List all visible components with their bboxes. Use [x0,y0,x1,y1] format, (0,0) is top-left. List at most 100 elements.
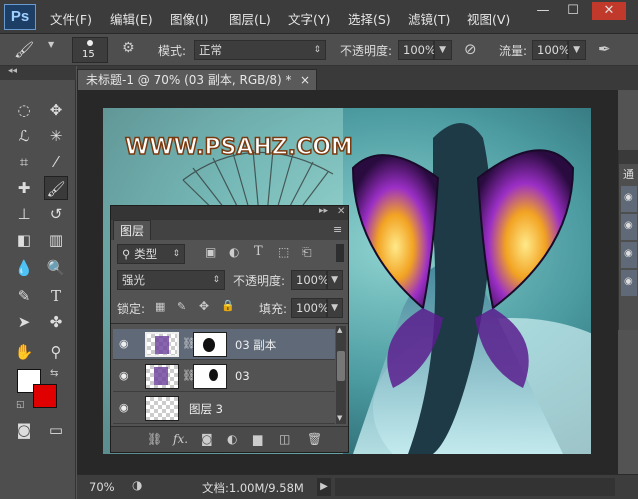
marquee-tool-icon[interactable]: ◌ [12,98,36,122]
eraser-tool-icon[interactable]: ◧ [12,228,36,252]
layer-opacity-input[interactable]: 100% [291,270,329,290]
menu-select[interactable]: 选择(S) [348,9,391,28]
blend-mode-select[interactable]: 强光 ⇕ [117,270,225,290]
menu-file[interactable]: 文件(F) [50,9,92,28]
mode-select[interactable]: 正常 ⇕ [194,40,326,60]
fx-icon[interactable]: fx. [173,432,188,446]
layer-mask-thumbnail[interactable] [193,332,227,357]
lasso-tool-icon[interactable]: ℒ [12,124,36,148]
zoom-tool-icon[interactable]: ⚲ [44,340,68,364]
trash-icon[interactable]: 🗑 [307,432,322,446]
layer-filter-select[interactable]: ⚲ 类型 ⇕ [117,244,185,264]
screen-mode-icon[interactable]: ▭ [44,418,68,442]
scroll-up-icon[interactable]: ▲ [337,326,342,334]
close-button[interactable]: ✕ [592,2,626,20]
filter-shape-icon[interactable]: ⬚ [278,245,289,259]
hand-tool-icon[interactable]: ✋ [12,340,36,364]
channels-tab[interactable]: 通 [623,166,634,182]
filter-toggle[interactable] [336,244,344,262]
scrollbar-thumb[interactable] [337,351,345,381]
opacity-dropdown[interactable]: ▼ [434,40,452,60]
dock-row[interactable]: ◉ [621,242,637,268]
eye-icon[interactable]: ◉ [624,276,633,287]
eye-icon[interactable]: ◉ [624,248,633,259]
magic-wand-tool-icon[interactable]: ✳ [44,124,68,148]
flow-input[interactable]: 100% [532,40,570,60]
new-layer-icon[interactable]: ◫ [279,432,290,446]
menu-type[interactable]: 文字(Y) [288,9,330,28]
swap-colors-icon[interactable]: ⇆ [50,368,58,379]
layers-tab[interactable]: 图层 [113,220,151,240]
mask-icon[interactable]: ◙ [201,432,213,446]
visibility-eye-icon[interactable]: ◉ [119,369,133,383]
group-folder-icon[interactable]: ▆ [253,432,262,446]
dock-row[interactable]: ◉ [621,186,637,212]
fill-input[interactable]: 100% [291,298,329,318]
filter-type-icon[interactable]: T [254,244,263,259]
eye-icon[interactable]: ◉ [624,192,633,203]
path-selection-tool-icon[interactable]: ➤ [12,310,36,334]
fill-dropdown[interactable]: ▼ [327,298,343,318]
lock-all-icon[interactable]: 🔒 [221,299,235,312]
panel-menu-icon[interactable]: ≡ [333,223,342,236]
dock-row[interactable]: ◉ [621,270,637,296]
blur-tool-icon[interactable]: 💧 [12,256,36,280]
menu-image[interactable]: 图像(I) [170,9,208,28]
flow-dropdown[interactable]: ▼ [568,40,586,60]
layer-opacity-dropdown[interactable]: ▼ [327,270,343,290]
collapse-panel-icon[interactable]: ▸▸ [319,206,328,216]
lock-transparent-icon[interactable]: ▦ [155,300,165,313]
visibility-eye-icon[interactable]: ◉ [119,337,133,351]
filter-adjustment-icon[interactable]: ◐ [229,245,239,259]
history-brush-tool-icon[interactable]: ↺ [44,202,68,226]
pen-tool-icon[interactable]: ✎ [12,284,36,308]
gradient-tool-icon[interactable]: ▥ [44,228,68,252]
default-colors-icon[interactable]: ◱ [16,400,25,410]
visibility-eye-icon[interactable]: ◉ [119,401,133,415]
brush-preset-arrow-icon[interactable]: ▼ [48,40,54,49]
pressure-opacity-icon[interactable]: ⊘ [464,40,477,58]
layers-scrollbar[interactable]: ▲ ▼ [336,326,346,424]
brush-panel-toggle-icon[interactable]: ⚙ [122,40,135,56]
quick-mask-icon[interactable]: ◙ [12,418,36,442]
layer-row-03[interactable]: ◉ ⛓ 03 [113,361,335,392]
status-menu-arrow-icon[interactable]: ▶ [317,478,331,496]
layer-row-03-copy[interactable]: ◉ ⛓ 03 副本 [113,329,335,360]
tab-close-icon[interactable]: × [300,72,310,88]
type-tool-icon[interactable]: T [44,284,68,308]
brush-tool-icon[interactable]: 🖌 [14,40,34,59]
opacity-input[interactable]: 100% [398,40,436,60]
status-info-icon[interactable]: ◑ [132,478,142,492]
layer-thumbnail[interactable] [145,364,179,389]
healing-brush-tool-icon[interactable]: ✚ [12,176,36,200]
dodge-tool-icon[interactable]: 🔍 [44,256,68,280]
shape-tool-icon[interactable]: ✤ [44,310,68,334]
menu-edit[interactable]: 编辑(E) [110,9,153,28]
menu-layer[interactable]: 图层(L) [229,9,271,28]
layer-thumbnail[interactable] [145,396,179,421]
layer-name[interactable]: 图层 3 [189,401,223,417]
scroll-down-icon[interactable]: ▼ [337,414,342,422]
menu-filter[interactable]: 滤镜(T) [408,9,450,28]
brush-size-picker[interactable]: 15 [72,37,108,63]
close-panel-icon[interactable]: ✕ [337,206,345,217]
layer-thumbnail[interactable] [145,332,179,357]
move-tool-icon[interactable]: ✥ [44,98,68,122]
layers-panel-header[interactable]: ▸▸ ✕ [111,206,348,220]
link-icon[interactable]: ⛓ [147,432,162,446]
clone-stamp-tool-icon[interactable]: ⊥ [12,202,36,226]
eye-icon[interactable]: ◉ [624,220,633,231]
eyedropper-tool-icon[interactable]: ⁄ [44,150,68,174]
collapse-icon[interactable]: ◂◂ [8,66,17,76]
horizontal-scrollbar[interactable] [335,478,615,496]
crop-tool-icon[interactable]: ⌗ [12,150,36,174]
lock-position-icon[interactable]: ✥ [199,299,209,313]
layer-name[interactable]: 03 [235,369,250,383]
dock-row[interactable]: ◉ [621,214,637,240]
lock-pixels-icon[interactable]: ✎ [177,300,186,313]
menu-view[interactable]: 视图(V) [467,9,510,28]
filter-pixel-icon[interactable]: ▣ [205,245,216,259]
document-tab[interactable]: 未标题-1 @ 70% (03 副本, RGB/8) * × [77,69,317,90]
zoom-level[interactable]: 70% [89,480,115,494]
background-color-swatch[interactable] [33,384,57,408]
